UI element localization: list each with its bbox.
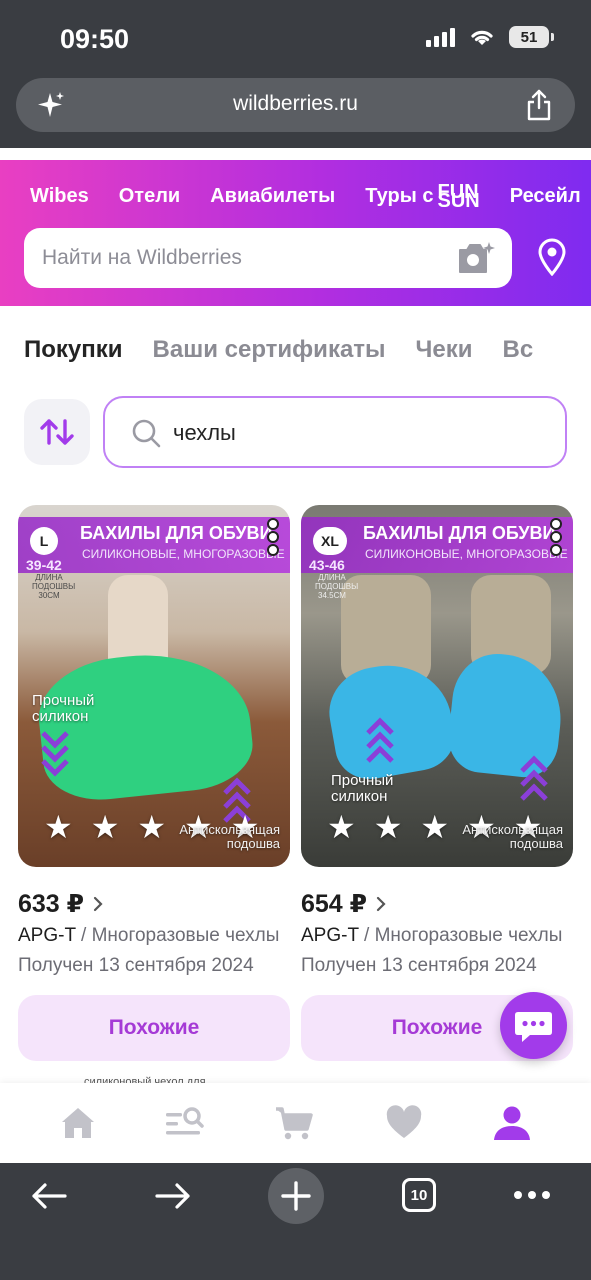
wildberries-header: Wibes Отели Авиабилеты Туры с FUN SUN Ресе… bbox=[0, 160, 591, 306]
feature-label-anti-slip: Антискользящая подошва bbox=[179, 822, 280, 851]
chevrons-up-icon bbox=[366, 717, 394, 763]
price-row[interactable]: 654 ₽ bbox=[301, 889, 573, 919]
nav-item-wibes[interactable]: Wibes bbox=[30, 185, 89, 208]
star-icon: ★ bbox=[90, 809, 120, 845]
chevrons-down-icon bbox=[41, 731, 69, 777]
chat-button[interactable] bbox=[500, 992, 567, 1059]
feature-label-strong-silicone: Прочный силикон bbox=[331, 772, 394, 805]
product-name: Многоразовые чехлы bbox=[374, 925, 563, 946]
nav-item-hotels[interactable]: Отели bbox=[119, 185, 180, 208]
heart-icon[interactable] bbox=[384, 1103, 424, 1143]
battery-indicator: 51 bbox=[509, 26, 554, 48]
plus-icon bbox=[281, 1181, 311, 1211]
url-text[interactable]: wildberries.ru bbox=[16, 92, 575, 116]
star-icon: ★ bbox=[327, 809, 356, 845]
star-icon: ★ bbox=[44, 809, 73, 845]
main-search-input[interactable]: Найти на Wildberries bbox=[24, 228, 512, 288]
size-badge: L bbox=[30, 527, 58, 555]
product-image[interactable]: БАХИЛЫ ДЛЯ ОБУВИ СИЛИКОНОВЫЕ, МНОГОРАЗОВ… bbox=[301, 505, 573, 867]
tab-more[interactable]: Вс bbox=[503, 336, 534, 364]
product-banner: БАХИЛЫ ДЛЯ ОБУВИ СИЛИКОНОВЫЕ, МНОГОРАЗОВ… bbox=[18, 517, 290, 573]
chevrons-up-icon bbox=[520, 755, 548, 801]
product-banner: БАХИЛЫ ДЛЯ ОБУВИ СИЛИКОНОВЫЕ, МНОГОРАЗОВ… bbox=[301, 517, 573, 573]
back-arrow-icon[interactable] bbox=[30, 1181, 68, 1211]
nav-item-resale[interactable]: Ресейл bbox=[510, 185, 581, 208]
forward-arrow-icon[interactable] bbox=[154, 1181, 192, 1211]
location-pin-icon[interactable] bbox=[536, 238, 568, 276]
banner-subtitle: СИЛИКОНОВЫЕ, МНОГОРАЗОВЫЕ bbox=[82, 547, 285, 561]
received-date: Получен 13 сентября 2024 bbox=[18, 955, 254, 976]
tab-purchases[interactable]: Покупки bbox=[24, 336, 123, 364]
sole-length-label: ДЛИНА ПОДОШВЫ 30СМ bbox=[32, 573, 76, 600]
size-badge: XL bbox=[313, 527, 347, 555]
feature-label-strong-silicone: Прочный силикон bbox=[32, 692, 95, 725]
search-placeholder: Найти на Wildberries bbox=[42, 246, 242, 269]
more-menu-icon[interactable] bbox=[512, 1189, 552, 1201]
screen: 09:50 51 wildberries.ru Wibes Отели Авиа… bbox=[0, 0, 591, 1280]
funsun-logo: FUN SUN bbox=[437, 180, 480, 212]
product-name: Многоразовые чехлы bbox=[91, 925, 280, 946]
banner-subtitle: СИЛИКОНОВЫЕ, МНОГОРАЗОВЫЕ bbox=[365, 547, 568, 561]
top-nav: Wibes Отели Авиабилеты Туры с FUN SUN Ресе… bbox=[30, 180, 581, 212]
camera-search-icon[interactable] bbox=[456, 240, 496, 276]
product-card[interactable]: БАХИЛЫ ДЛЯ ОБУВИ СИЛИКОНОВЫЕ, МНОГОРАЗОВ… bbox=[18, 505, 290, 1061]
orders-tabs: Покупки Ваши сертификаты Чеки Вс bbox=[24, 336, 533, 364]
product-brand-name[interactable]: APG-T / Многоразовые чехлы bbox=[18, 925, 290, 947]
tabs-switcher-button[interactable]: 10 bbox=[402, 1178, 436, 1212]
more-options-icon[interactable] bbox=[266, 517, 280, 557]
sole-length-label: ДЛИНА ПОДОШВЫ 34.5СМ bbox=[315, 573, 359, 600]
tab-certificates[interactable]: Ваши сертификаты bbox=[153, 336, 386, 364]
product-brand: APG-T bbox=[301, 925, 359, 946]
star-icon: ★ bbox=[373, 809, 403, 845]
price-row[interactable]: 633 ₽ bbox=[18, 889, 290, 919]
search-query: чехлы bbox=[173, 420, 236, 445]
product-image[interactable]: БАХИЛЫ ДЛЯ ОБУВИ СИЛИКОНОВЫЕ, МНОГОРАЗОВ… bbox=[18, 505, 290, 867]
nav-item-tours-label: Туры с bbox=[365, 185, 434, 207]
share-icon[interactable] bbox=[523, 88, 555, 122]
size-range: 43-46 bbox=[309, 557, 345, 573]
address-bar[interactable]: wildberries.ru bbox=[16, 78, 575, 132]
new-tab-button[interactable] bbox=[268, 1168, 324, 1224]
received-date: Получен 13 сентября 2024 bbox=[301, 955, 537, 976]
similar-button[interactable]: Похожие bbox=[18, 995, 290, 1061]
product-price[interactable]: 654 ₽ bbox=[301, 889, 367, 919]
cart-icon[interactable] bbox=[274, 1103, 314, 1143]
browser-top-chrome: 09:50 51 wildberries.ru bbox=[0, 0, 591, 148]
profile-icon[interactable] bbox=[492, 1103, 532, 1143]
signal-icon bbox=[426, 27, 455, 47]
chevron-right-icon[interactable] bbox=[375, 896, 387, 912]
tab-receipts[interactable]: Чеки bbox=[416, 336, 473, 364]
search-icon bbox=[132, 419, 161, 448]
sort-arrows-icon bbox=[40, 419, 74, 445]
app-tab-bar bbox=[0, 1083, 591, 1163]
feature-label-anti-slip: Антискользящая подошва bbox=[462, 822, 563, 851]
star-icon: ★ bbox=[137, 809, 167, 845]
catalog-search-icon[interactable] bbox=[164, 1103, 204, 1143]
product-card[interactable]: БАХИЛЫ ДЛЯ ОБУВИ СИЛИКОНОВЫЕ, МНОГОРАЗОВ… bbox=[301, 505, 573, 1061]
sort-button[interactable] bbox=[24, 399, 90, 465]
chat-bubble-icon bbox=[515, 1012, 552, 1042]
nav-item-flights[interactable]: Авиабилеты bbox=[210, 185, 335, 208]
product-brand: APG-T bbox=[18, 925, 76, 946]
more-options-icon[interactable] bbox=[549, 517, 563, 557]
browser-bottom-toolbar: 10 bbox=[0, 1163, 591, 1280]
purchases-search-input[interactable]: чехлы bbox=[103, 396, 567, 468]
chevron-right-icon[interactable] bbox=[92, 896, 104, 912]
banner-title: БАХИЛЫ ДЛЯ ОБУВИ bbox=[363, 523, 556, 543]
product-price[interactable]: 633 ₽ bbox=[18, 889, 84, 919]
status-icons: 51 bbox=[426, 26, 554, 48]
product-brand-name[interactable]: APG-T / Многоразовые чехлы bbox=[301, 925, 573, 947]
star-icon: ★ bbox=[420, 809, 450, 845]
banner-title: БАХИЛЫ ДЛЯ ОБУВИ bbox=[80, 523, 273, 543]
home-icon[interactable] bbox=[58, 1103, 98, 1143]
size-range: 39-42 bbox=[26, 557, 62, 573]
nav-item-tours[interactable]: Туры с FUN SUN bbox=[365, 180, 480, 212]
wifi-icon bbox=[471, 30, 493, 45]
status-time: 09:50 bbox=[60, 24, 130, 54]
